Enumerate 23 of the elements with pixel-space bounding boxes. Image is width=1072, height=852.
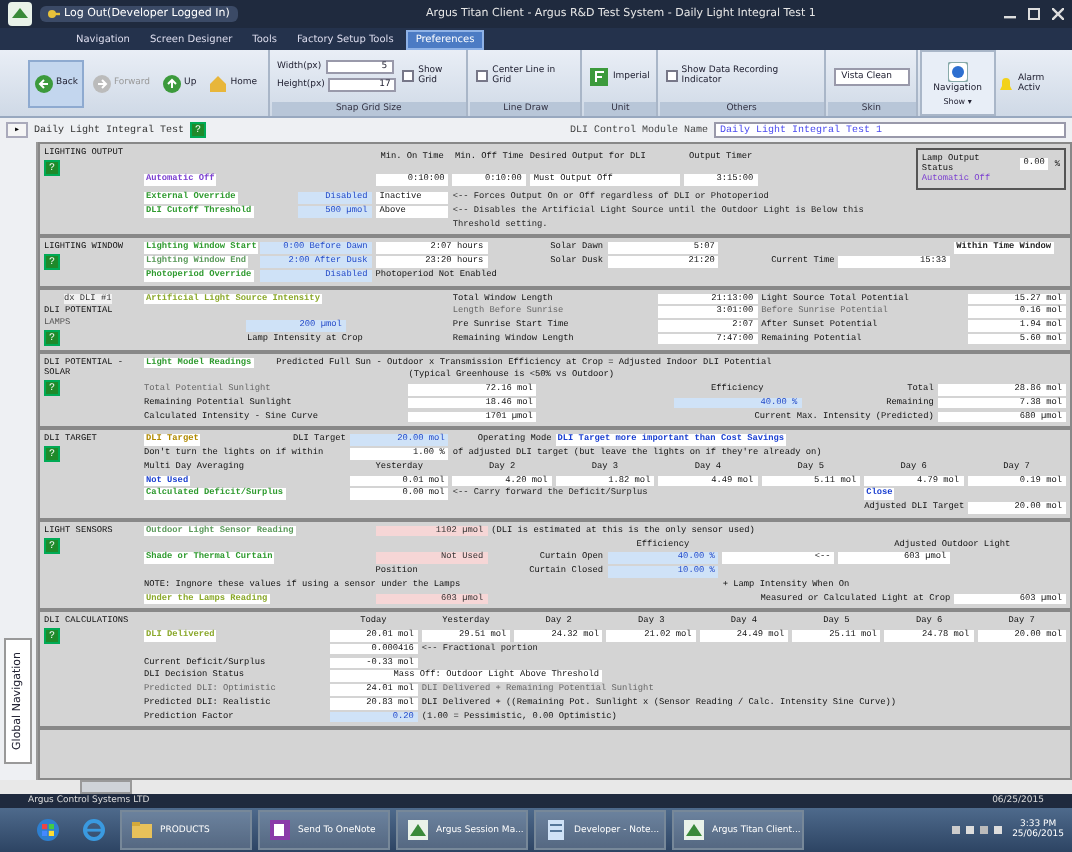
scroll-thumb[interactable] xyxy=(80,780,132,794)
close-icon xyxy=(1052,8,1064,20)
checkbox-square[interactable] xyxy=(476,70,489,82)
app-logo-icon xyxy=(8,2,32,26)
arrow-icon xyxy=(162,73,183,93)
horizontal-scrollbar[interactable] xyxy=(0,780,1072,794)
notebook-icon xyxy=(268,818,292,842)
maximize-icon xyxy=(1028,8,1040,20)
folder-icon xyxy=(130,818,154,842)
arrow-icon xyxy=(34,73,54,93)
arrow-icon xyxy=(91,73,112,93)
browser-e-icon xyxy=(82,818,106,842)
start-orb-icon xyxy=(36,818,60,842)
app-logo-icon xyxy=(406,818,430,842)
notepad-icon xyxy=(544,818,568,842)
house-icon xyxy=(208,73,229,93)
tray-icons xyxy=(952,824,1005,836)
app-logo-icon xyxy=(682,818,706,842)
checkbox-square[interactable] xyxy=(402,70,415,82)
checkbox-square[interactable] xyxy=(665,70,678,82)
f-icon xyxy=(590,67,609,85)
key-icon xyxy=(48,8,60,20)
bell-icon xyxy=(997,75,1014,91)
